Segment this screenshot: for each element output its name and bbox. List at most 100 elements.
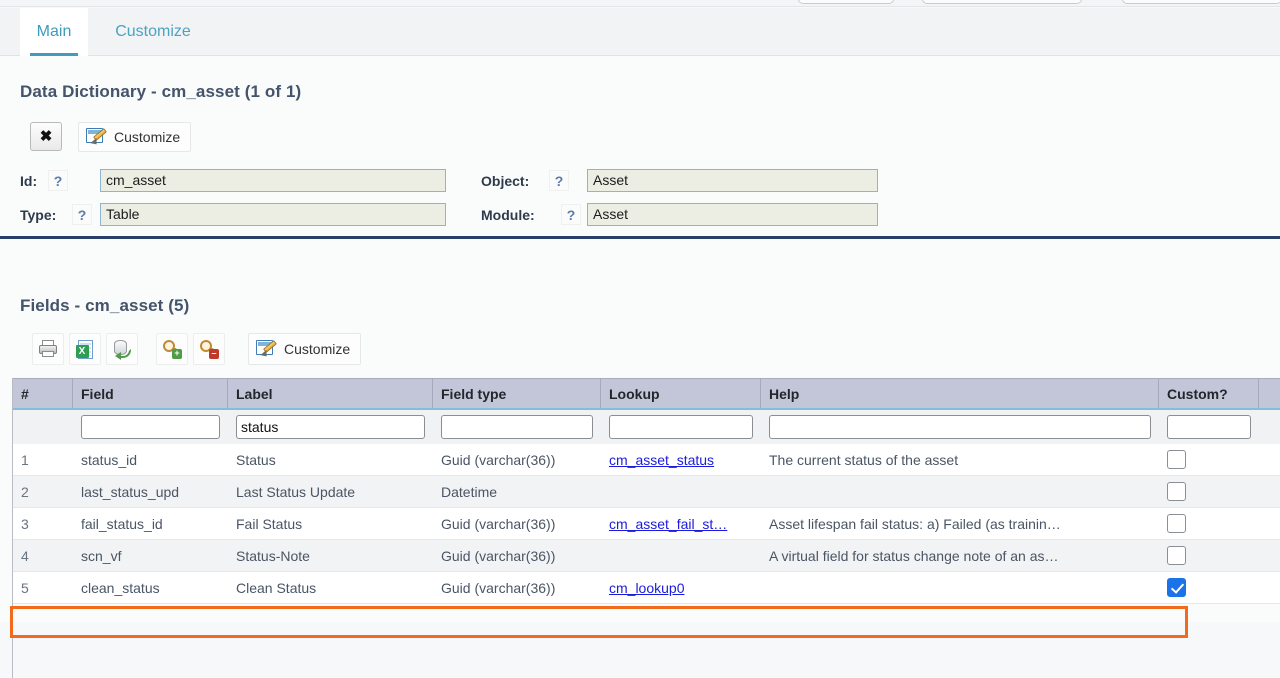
custom-checkbox[interactable] [1167,546,1186,565]
table-row[interactable]: 4 scn_vf Status-Note Guid (varchar(36)) A vi… [13,540,1280,572]
filter-cell-lookup [601,410,761,444]
cell-lookup: cm_lookup0 [601,572,761,603]
cell-num: 4 [21,547,29,564]
object-label: Object: [481,173,530,189]
cell-field: clean_status [81,579,160,596]
table-row[interactable]: 2 last_status_upd Last Status Update Dateti… [13,476,1280,508]
filter-input-flabel[interactable]: status [236,415,425,439]
id-help-icon[interactable]: ? [48,170,68,191]
table-row[interactable]: 3 fail_status_id Fail Status Guid (varchar(… [13,508,1280,540]
customize-fields-label: Customize [284,341,351,357]
cell-ftype: Guid (varchar(36)) [441,515,556,532]
filter-input-lookup[interactable] [609,415,753,439]
database-refresh-icon [112,339,132,360]
magnifier-plus-icon: + [162,339,182,359]
cell-flabel: Clean Status [236,579,317,596]
column-header-help[interactable]: Help [761,379,1159,408]
customize-record-label: Customize [114,129,181,145]
cell-help: A virtual field for status change note o… [769,547,1059,564]
zoom-out-button[interactable]: – [193,333,225,365]
cell-help [761,572,1159,603]
main-canvas: Data Dictionary - cm_asset (1 of 1) ✖ Cu… [0,56,1280,678]
row-highlight-box [10,606,1188,638]
column-header-field[interactable]: Field [73,379,228,408]
customize-fields-button[interactable]: Customize [248,333,362,365]
column-header-flabel[interactable]: Label [228,379,433,408]
filter-input-custom[interactable] [1167,415,1251,439]
cell-ftype: Datetime [441,483,498,500]
filter-input-help[interactable] [769,415,1151,439]
tab-main-label: Main [36,23,72,40]
filter-cell-flabel: status [228,410,433,444]
cell-custom [1159,540,1259,571]
tab-customize-label: Customize [115,23,191,40]
cutoff-button-2[interactable] [922,0,1082,4]
filter-cell-help [761,410,1159,444]
column-header-custom[interactable]: Custom? [1159,379,1259,408]
section-divider [0,236,1280,239]
module-label: Module: [481,207,535,223]
object-help-icon[interactable]: ? [549,170,569,191]
cell-ftype: Guid (varchar(36)) [441,579,556,596]
top-cutoff-strip [0,0,1280,7]
cutoff-button-3[interactable] [1122,0,1280,4]
cell-ftype: Guid (varchar(36)) [441,451,556,468]
cell-lookup [601,540,761,571]
filter-cell-ftype [433,410,601,444]
cell-flabel: Fail Status [236,515,303,532]
custom-checkbox[interactable] [1167,514,1186,533]
filter-cell-custom [1159,410,1259,444]
cell-ftype: Guid (varchar(36)) [441,547,556,564]
export-excel-button[interactable]: X [69,333,101,365]
column-header-ftype[interactable]: Field type [433,379,601,408]
filter-cell-num [13,410,73,444]
object-field[interactable]: Asset [587,169,878,192]
id-field[interactable]: cm_asset [100,169,446,192]
column-header-lookup[interactable]: Lookup [601,379,761,408]
custom-checkbox[interactable] [1167,482,1186,501]
cell-lookup: cm_asset_fail_st… [601,508,761,539]
lookup-link[interactable]: cm_asset_fail_st… [609,516,753,532]
zoom-in-button[interactable]: + [156,333,188,365]
data-dictionary-title: Data Dictionary - cm_asset (1 of 1) [20,82,302,101]
filter-input-field[interactable] [81,415,220,439]
cell-custom [1159,444,1259,475]
cell-num: 1 [21,451,29,468]
tab-customize[interactable]: Customize [94,8,212,56]
close-button[interactable]: ✖ [30,122,62,151]
tab-main[interactable]: Main [20,8,88,56]
custom-checkbox[interactable] [1167,578,1186,597]
module-field[interactable]: Asset [587,203,878,226]
cell-lookup: cm_asset_status [601,444,761,475]
customize-record-button[interactable]: Customize [78,122,192,152]
cell-num: 3 [21,515,29,532]
lookup-link[interactable]: cm_lookup0 [609,580,753,596]
print-button[interactable] [32,333,64,365]
cell-help: Asset lifespan fail status: a) Failed (a… [769,515,1061,532]
cell-field: scn_vf [81,547,122,564]
custom-checkbox[interactable] [1167,450,1186,469]
cell-help [761,476,1159,507]
lookup-link[interactable]: cm_asset_status [609,452,753,468]
cell-custom [1159,572,1259,603]
cell-flabel: Last Status Update [236,483,356,500]
cell-num: 2 [21,483,29,500]
column-header-overflow [1259,379,1280,408]
cell-field: last_status_upd [81,483,180,500]
customize-icon [86,126,108,148]
type-field[interactable]: Table [100,203,446,226]
filter-input-ftype[interactable] [441,415,593,439]
type-label: Type: [20,207,57,223]
cutoff-button-1[interactable] [798,0,894,4]
refresh-button[interactable] [106,333,138,365]
module-help-icon[interactable]: ? [561,204,581,225]
table-row[interactable]: 5 clean_status Clean Status Guid (varchar(3… [13,572,1280,604]
magnifier-minus-icon: – [199,339,219,359]
column-header-num[interactable]: # [13,379,73,408]
close-x-icon: ✖ [39,128,53,145]
type-help-icon[interactable]: ? [72,204,92,225]
fields-grid: # Field Label Field type Lookup Help Custom? st… [12,378,1280,604]
cell-custom [1159,476,1259,507]
grid-header-row: # Field Label Field type Lookup Help Custom? [13,378,1280,410]
table-row[interactable]: 1 status_id Status Guid (varchar(36)) cm_ass… [13,444,1280,476]
